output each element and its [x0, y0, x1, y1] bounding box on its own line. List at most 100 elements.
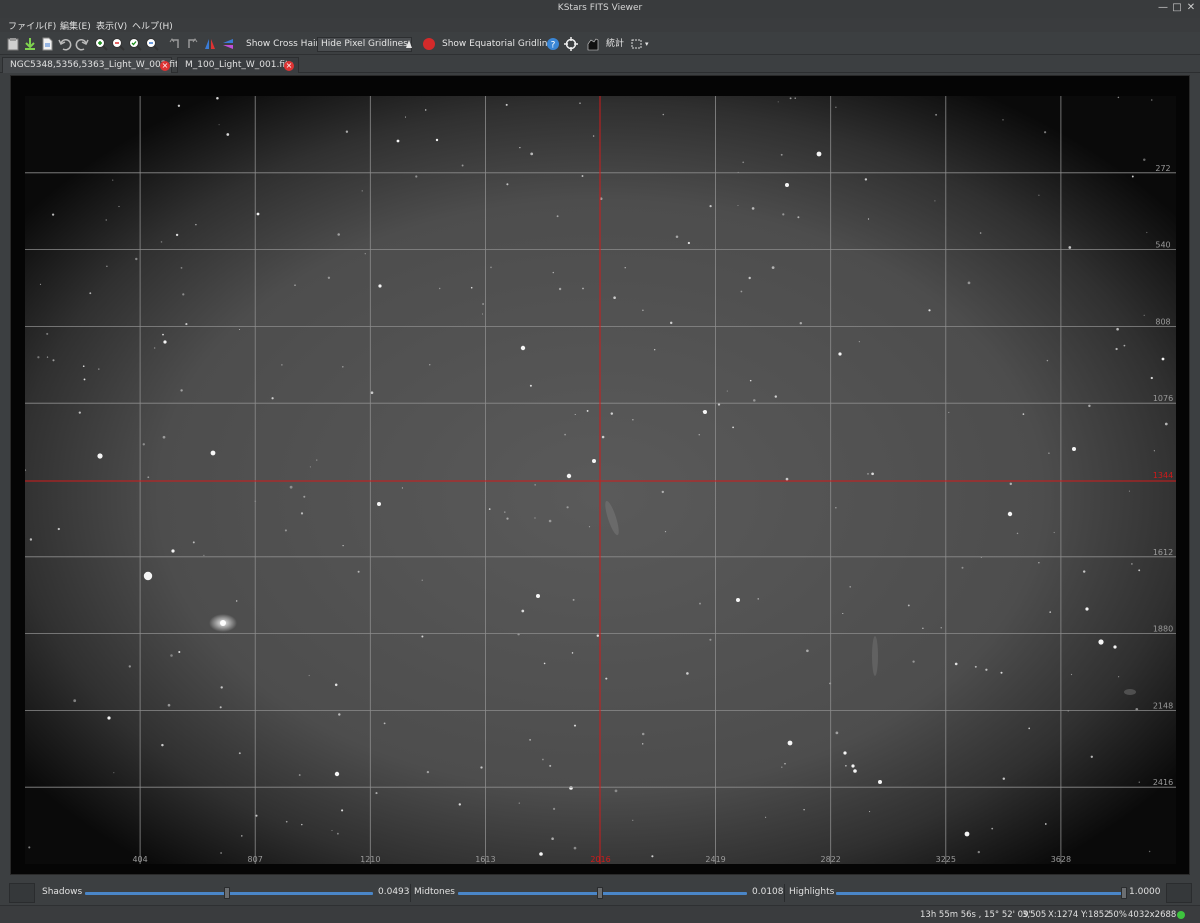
star [1117, 96, 1120, 99]
flip-horizontal-icon[interactable] [203, 37, 217, 51]
star [241, 835, 243, 837]
star [536, 594, 540, 598]
star [771, 266, 775, 269]
star [1016, 532, 1019, 535]
highlights-value[interactable]: 1.0000 [1129, 887, 1161, 897]
clipboard-icon[interactable] [6, 37, 20, 51]
star [757, 598, 759, 600]
menu-edit[interactable]: 編集(E) [60, 19, 91, 32]
zoom-default-icon[interactable] [128, 37, 142, 51]
target-crosshair-icon[interactable] [564, 37, 578, 51]
star [1085, 607, 1089, 611]
menu-file[interactable]: ファイル(F) [8, 19, 56, 32]
reset-stretch-button[interactable] [1166, 883, 1192, 903]
star [564, 433, 566, 436]
star [426, 770, 430, 774]
star [480, 766, 483, 769]
star [294, 284, 296, 287]
star [579, 102, 581, 104]
rotate-ccw-icon[interactable] [168, 37, 182, 51]
star [482, 313, 484, 315]
star [842, 612, 844, 615]
flip-vertical-icon[interactable] [221, 37, 235, 51]
zoom-fit-icon[interactable] [145, 37, 159, 51]
star [787, 740, 793, 746]
star [845, 764, 847, 767]
star [784, 763, 786, 765]
star [364, 253, 366, 255]
star [337, 233, 340, 236]
star [851, 764, 855, 768]
star-profile-icon[interactable] [402, 37, 416, 51]
y-tick-label: 1076 [1153, 394, 1173, 403]
shadows-slider-handle[interactable] [224, 887, 231, 899]
star [182, 293, 185, 296]
histogram-icon[interactable] [586, 37, 600, 51]
star [558, 287, 562, 291]
undo-icon[interactable] [58, 37, 72, 51]
star [341, 809, 344, 812]
red-circle-icon[interactable] [422, 37, 436, 51]
zoom-out-icon[interactable] [111, 37, 125, 51]
star [303, 495, 306, 498]
star [843, 751, 847, 755]
star [298, 774, 301, 776]
statistics-button[interactable]: 統計 [606, 37, 624, 51]
close-icon[interactable]: ✕ [1185, 2, 1197, 14]
tab-m100[interactable]: M_100_Light_W_001.fits × [177, 57, 299, 73]
show-equatorial-gridlines-button[interactable]: Show Equatorial Gridlines [442, 37, 558, 51]
title-bar: KStars FITS Viewer — □ ✕ [0, 0, 1200, 18]
star [1082, 570, 1086, 573]
zoom-in-icon[interactable] [94, 37, 108, 51]
star [1068, 246, 1072, 249]
maximize-icon[interactable]: □ [1171, 2, 1183, 14]
help-circle-icon[interactable]: ? [546, 37, 560, 51]
star [163, 340, 167, 344]
star [195, 223, 197, 226]
star [435, 138, 439, 142]
tab-ngc5348[interactable]: NGC5348,5356,5363_Light_W_002.fits × [2, 57, 183, 73]
menu-help[interactable]: ヘルプ(H) [132, 19, 173, 32]
star [226, 133, 230, 136]
show-cross-hairs-button[interactable]: Show Cross Hairs [246, 37, 324, 51]
star [143, 571, 153, 581]
star [1113, 645, 1117, 649]
shadows-value[interactable]: 0.0493 [378, 887, 410, 897]
minimize-icon[interactable]: — [1157, 2, 1169, 14]
star [470, 286, 473, 289]
star [566, 473, 572, 479]
document-icon[interactable] [40, 37, 54, 51]
auto-stretch-button[interactable] [9, 883, 35, 903]
star [1072, 447, 1076, 451]
star [220, 686, 223, 689]
midtones-slider-handle[interactable] [596, 887, 603, 899]
star [1164, 422, 1168, 426]
star [985, 668, 988, 671]
download-icon[interactable] [23, 37, 37, 51]
highlights-slider[interactable] [836, 892, 1124, 895]
star [218, 124, 220, 126]
midtones-value[interactable]: 0.0108 [752, 887, 784, 897]
x-tick-label: 3628 [1051, 855, 1071, 864]
selection-dropdown-icon[interactable]: ▾ [645, 37, 649, 51]
selection-icon[interactable] [630, 37, 644, 51]
menu-view[interactable]: 表示(V) [96, 19, 127, 32]
star [327, 276, 331, 279]
star [1115, 347, 1118, 351]
star [1143, 158, 1146, 161]
star [686, 672, 689, 675]
redo-icon[interactable] [75, 37, 89, 51]
star [361, 190, 363, 192]
fits-image-canvas[interactable]: 404 807 1210 1613 2016 2419 2822 3225 3628 272 54… [25, 96, 1176, 864]
fits-image[interactable]: 404 807 1210 1613 2016 2419 2822 3225 3628 272 54… [25, 96, 1176, 864]
rotate-cw-icon[interactable] [185, 37, 199, 51]
star [977, 850, 980, 854]
star [147, 476, 150, 479]
star [641, 732, 645, 736]
hide-pixel-gridlines-button[interactable]: Hide Pixel Gridlines [317, 37, 412, 52]
star [377, 502, 381, 506]
highlights-slider-handle[interactable] [1121, 887, 1127, 899]
tab-close-icon[interactable]: × [160, 61, 170, 71]
star [566, 506, 569, 509]
tab-close-icon[interactable]: × [284, 61, 294, 71]
